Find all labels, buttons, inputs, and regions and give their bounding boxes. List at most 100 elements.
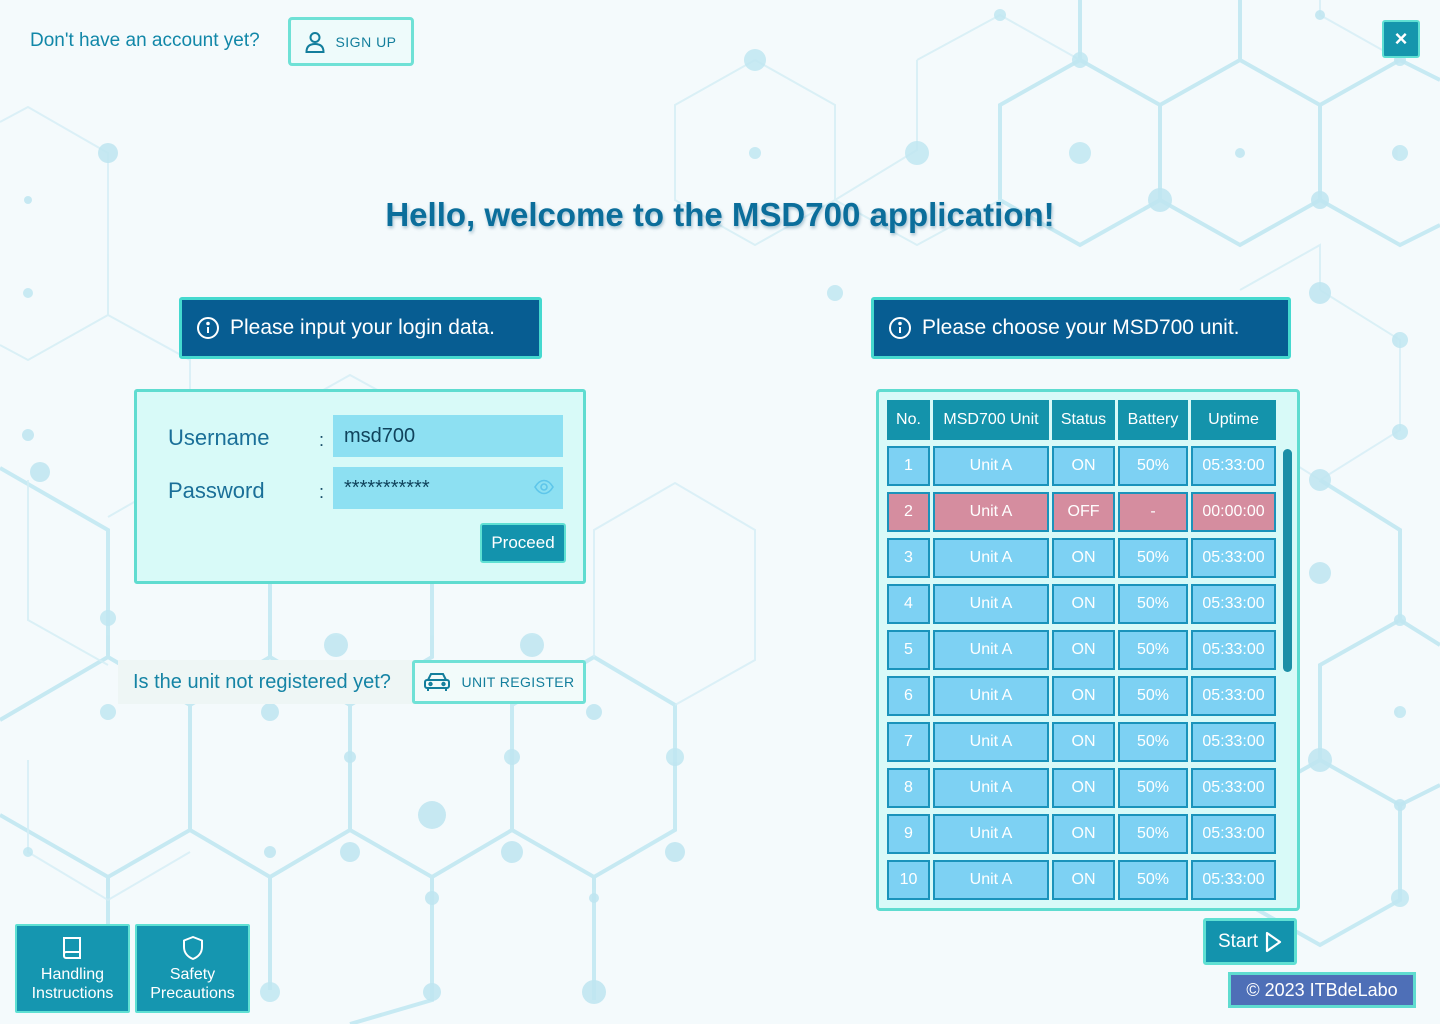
signup-label: SIGN UP (335, 33, 397, 50)
cell-no: 8 (887, 768, 930, 808)
cell-uptime: 05:33:00 (1191, 584, 1276, 624)
cell-status: OFF (1052, 492, 1115, 532)
cell-unit: Unit A (933, 722, 1049, 762)
unit-banner: Please choose your MSD700 unit. (871, 297, 1291, 359)
info-icon (889, 317, 911, 339)
cell-no: 5 (887, 630, 930, 670)
cell-uptime: 05:33:00 (1191, 814, 1276, 854)
table-scrollbar[interactable] (1283, 449, 1292, 672)
unit-register-label: UNIT REGISTER (461, 674, 575, 690)
cell-no: 4 (887, 584, 930, 624)
handling-label-line2: Instructions (31, 984, 114, 1002)
cell-no: 7 (887, 722, 930, 762)
column-header-no: No. (887, 400, 930, 440)
login-banner-text: Please input your login data. (230, 316, 496, 339)
cell-battery: 50% (1118, 584, 1188, 624)
handling-label: Handling Instructions (32, 965, 114, 1003)
cell-status: ON (1052, 538, 1115, 578)
table-row[interactable]: 5 Unit A ON 50% 05:33:00 (887, 630, 1276, 670)
password-label: Password (168, 478, 265, 503)
table-body: 1 Unit A ON 50% 05:33:00 2 Unit A OFF - … (887, 446, 1276, 906)
cell-status: ON (1052, 768, 1115, 808)
cell-uptime: 05:33:00 (1191, 538, 1276, 578)
column-header-uptime: Uptime (1191, 400, 1276, 440)
table-header: No. MSD700 Unit Status Battery Uptime (887, 400, 1276, 440)
cell-uptime: 05:33:00 (1191, 630, 1276, 670)
unit-register-button[interactable]: UNIT REGISTER (412, 660, 586, 704)
cell-uptime: 05:33:00 (1191, 676, 1276, 716)
cell-no: 3 (887, 538, 930, 578)
table-row[interactable]: 3 Unit A ON 50% 05:33:00 (887, 538, 1276, 578)
table-row[interactable]: 4 Unit A ON 50% 05:33:00 (887, 584, 1276, 624)
cell-battery: - (1118, 492, 1188, 532)
table-row[interactable]: 9 Unit A ON 50% 05:33:00 (887, 814, 1276, 854)
cell-unit: Unit A (933, 860, 1049, 900)
play-icon (1265, 931, 1282, 952)
column-header-unit: MSD700 Unit (933, 400, 1049, 440)
cell-battery: 50% (1118, 538, 1188, 578)
password-colon: : (319, 482, 325, 502)
cell-status: ON (1052, 676, 1115, 716)
info-icon (197, 317, 219, 339)
book-icon (62, 936, 81, 959)
copyright-badge: © 2023 ITBdeLabo (1228, 972, 1416, 1008)
cell-unit: Unit A (933, 446, 1049, 486)
cell-battery: 50% (1118, 446, 1188, 486)
cell-status: ON (1052, 860, 1115, 900)
table-row[interactable]: 8 Unit A ON 50% 05:33:00 (887, 768, 1276, 808)
user-icon (305, 31, 325, 53)
cell-status: ON (1052, 630, 1115, 670)
cell-uptime: 05:33:00 (1191, 768, 1276, 808)
close-button[interactable]: × (1382, 20, 1420, 58)
cell-status: ON (1052, 446, 1115, 486)
cell-no: 2 (887, 492, 930, 532)
column-header-battery: Battery (1118, 400, 1188, 440)
start-label: Start (1217, 930, 1259, 952)
handling-label-line1: Handling (40, 965, 105, 983)
safety-label-line2: Precautions (150, 984, 235, 1002)
cell-uptime: 05:33:00 (1191, 446, 1276, 486)
password-field[interactable]: *********** (333, 467, 563, 509)
handling-instructions-button[interactable]: Handling Instructions (15, 924, 130, 1013)
table-row[interactable]: 1 Unit A ON 50% 05:33:00 (887, 446, 1276, 486)
cell-uptime: 00:00:00 (1191, 492, 1276, 532)
start-button[interactable]: Start (1203, 918, 1297, 965)
table-row[interactable]: 10 Unit A ON 50% 05:33:00 (887, 860, 1276, 900)
login-banner: Please input your login data. (179, 297, 542, 359)
cell-uptime: 05:33:00 (1191, 722, 1276, 762)
cell-unit: Unit A (933, 584, 1049, 624)
table-row[interactable]: 2 Unit A OFF - 00:00:00 (887, 492, 1276, 532)
car-icon (424, 673, 451, 691)
username-field[interactable]: msd700 (333, 415, 563, 457)
cell-battery: 50% (1118, 676, 1188, 716)
cell-uptime: 05:33:00 (1191, 860, 1276, 900)
cell-battery: 50% (1118, 630, 1188, 670)
cell-battery: 50% (1118, 860, 1188, 900)
unit-table: No. MSD700 Unit Status Battery Uptime 1 … (876, 389, 1300, 911)
signup-button[interactable]: SIGN UP (288, 17, 414, 66)
table-row[interactable]: 6 Unit A ON 50% 05:33:00 (887, 676, 1276, 716)
username-label: Username (168, 425, 270, 450)
cell-status: ON (1052, 722, 1115, 762)
cell-unit: Unit A (933, 814, 1049, 854)
safety-precautions-button[interactable]: Safety Precautions (135, 924, 250, 1013)
column-header-status: Status (1052, 400, 1115, 440)
cell-no: 6 (887, 676, 930, 716)
cell-status: ON (1052, 814, 1115, 854)
proceed-button[interactable]: Proceed (480, 523, 566, 563)
cell-battery: 50% (1118, 768, 1188, 808)
safety-label-line1: Safety (169, 965, 216, 983)
login-form: Username : msd700 Password : ***********… (134, 389, 586, 584)
cell-unit: Unit A (933, 492, 1049, 532)
cell-unit: Unit A (933, 630, 1049, 670)
page-title: Hello, welcome to the MSD700 application… (385, 196, 1055, 233)
password-value: *********** (344, 476, 430, 499)
cell-unit: Unit A (933, 538, 1049, 578)
cell-unit: Unit A (933, 768, 1049, 808)
eye-icon[interactable] (534, 479, 554, 495)
username-colon: : (319, 430, 325, 450)
unit-register-prompt: Is the unit not registered yet? (118, 660, 414, 704)
safety-label: Safety Precautions (150, 965, 235, 1003)
table-row[interactable]: 7 Unit A ON 50% 05:33:00 (887, 722, 1276, 762)
cell-no: 10 (887, 860, 930, 900)
